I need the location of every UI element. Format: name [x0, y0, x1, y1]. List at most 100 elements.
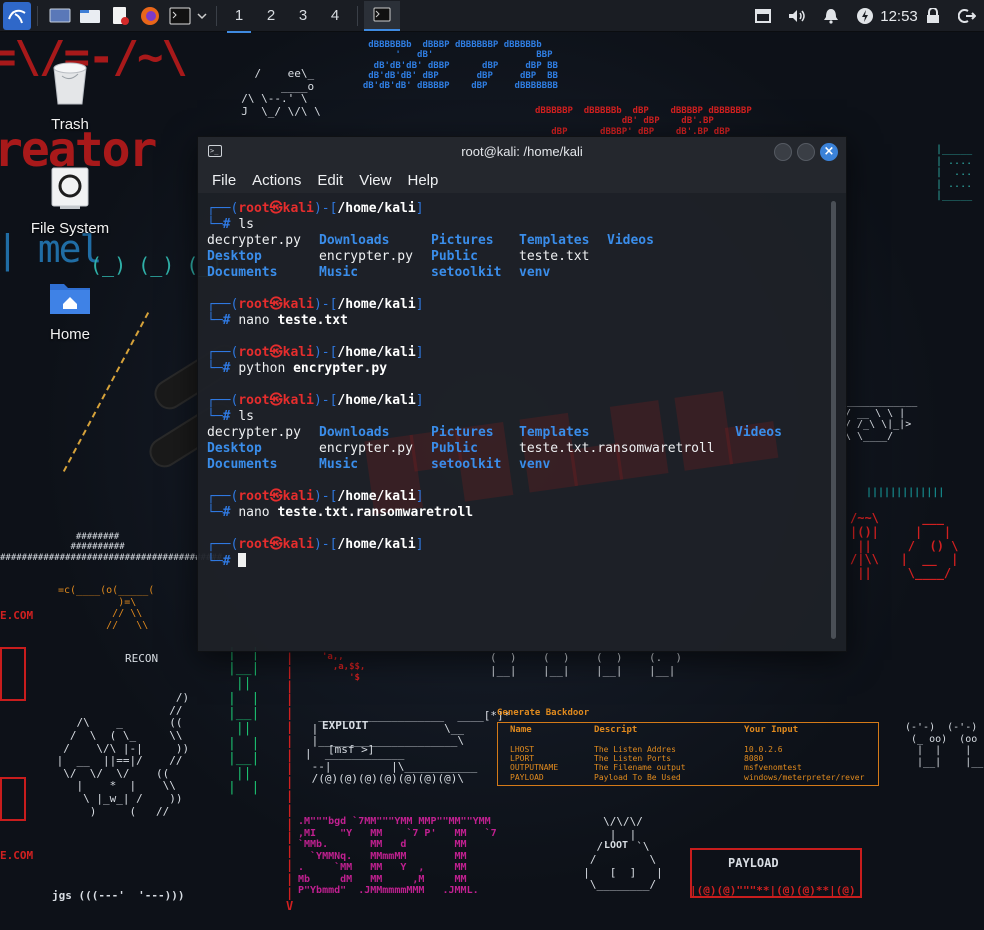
ls-file: encrypter.py	[319, 249, 413, 264]
wallpaper-ascii-hash: ######## ########## ####################…	[0, 532, 223, 563]
menu-file[interactable]: File	[204, 172, 244, 189]
prompt-frame: ┌──(	[207, 297, 239, 312]
wallpaper-text-exploit: EXPLOIT	[322, 719, 369, 732]
menu-actions[interactable]: Actions	[244, 172, 309, 189]
command-text: ls	[238, 217, 254, 232]
ls-output-row: Desktop encrypter.py Public teste.txt.ranso…	[207, 441, 846, 457]
prompt-frame: └─	[207, 409, 223, 424]
prompt-line: ┌──(root㉿kali)-[/home/kali]	[207, 393, 846, 409]
terminal-launcher-button[interactable]	[166, 4, 194, 28]
menu-help[interactable]: Help	[399, 172, 446, 189]
prompt-frame: )-[	[313, 537, 338, 552]
ls-directory: Templates	[519, 425, 590, 440]
workspace-4[interactable]: 4	[319, 4, 351, 28]
notifications-button[interactable]	[814, 4, 848, 28]
screenshot-button[interactable]	[746, 4, 780, 28]
lock-screen-button[interactable]	[916, 4, 950, 28]
desktop-icon-file-system[interactable]: File System	[20, 166, 120, 237]
window-title: root@kali: /home/kali	[461, 144, 583, 159]
command-text: nano	[238, 313, 270, 328]
ls-directory: Downloads	[319, 425, 390, 440]
desktop-icon-home[interactable]: Home	[20, 278, 120, 343]
terminal-menubar: File Actions Edit View Help	[198, 167, 846, 193]
close-icon: ×	[823, 144, 835, 159]
terminal-titlebar[interactable]: >_ root@kali: /home/kali ×	[198, 137, 846, 167]
minimize-button[interactable]	[774, 143, 792, 161]
show-desktop-button[interactable]	[46, 4, 74, 28]
volume-button[interactable]	[780, 4, 814, 28]
desktop-icon-trash[interactable]: Trash	[20, 58, 120, 133]
command-text: ls	[238, 409, 254, 424]
wallpaper-ascii-loot-bag: \/\/\/ | | /` `\ / \ | [ ] | \________/	[583, 815, 663, 892]
command-line: └─# nano teste.txt	[207, 313, 846, 329]
terminal-icon	[373, 7, 391, 21]
screenshot-icon	[755, 9, 771, 23]
backdoor-header-input: Your Input	[744, 725, 799, 735]
wallpaper-ascii-figures: ( ) ( ) ( ) (. ) |__| |__| |__| |__|	[490, 651, 683, 677]
wallpaper-ascii-recon-scope: =c(____(o(_____( )=\ // \\ // \\	[58, 585, 155, 631]
prompt-frame: └─	[207, 554, 223, 569]
terminal-scrollbar[interactable]	[831, 201, 836, 639]
firefox-button[interactable]	[136, 4, 164, 28]
backdoor-col-descript: The Listen Addres The Listen Ports The F…	[594, 745, 686, 782]
logout-button[interactable]	[950, 4, 984, 28]
terminal-output[interactable]: █▀█ █▄█ █▄ ┌──(root㉿kali)-[/home/kali] └─…	[198, 193, 846, 651]
trash-icon	[20, 58, 120, 110]
file-manager-button[interactable]	[76, 4, 104, 28]
ls-directory: Downloads	[319, 233, 390, 248]
prompt-hash: #	[222, 217, 239, 232]
taskbar-terminal-window[interactable]	[364, 0, 400, 31]
prompt-frame: ]	[415, 537, 424, 552]
prompt-frame: ┌──(	[207, 489, 239, 504]
prompt-frame: └─	[207, 505, 223, 520]
prompt-hash: #	[222, 505, 239, 520]
desktop-icon-label: Trash	[51, 116, 89, 133]
workspace-2[interactable]: 2	[255, 4, 287, 28]
ls-directory: Pictures	[431, 233, 494, 248]
workspace-3[interactable]: 3	[287, 4, 319, 28]
kali-menu-button[interactable]	[3, 1, 31, 30]
prompt-hash: #	[222, 554, 239, 569]
panel-separator	[357, 5, 358, 26]
desktop-icon	[49, 8, 71, 22]
menu-view[interactable]: View	[351, 172, 399, 189]
prompt-frame: )-[	[313, 393, 338, 408]
ls-directory: venv	[519, 457, 551, 472]
maximize-button[interactable]	[797, 143, 815, 161]
volume-icon	[789, 10, 805, 22]
logout-icon	[958, 9, 976, 23]
backdoor-col-input: 10.0.2.6 8080 msfvenomtest windows/meter…	[744, 745, 865, 782]
prompt-user: root㉿kali	[238, 393, 314, 408]
prompt-user: root㉿kali	[238, 201, 314, 216]
backdoor-header-descript: Descript	[594, 725, 638, 735]
clock[interactable]: 12:53	[880, 4, 918, 28]
workspace-1[interactable]: 1	[223, 4, 255, 33]
wallpaper-ascii-jgs: jgs (((---' '---)))	[52, 889, 185, 902]
terminal-window[interactable]: >_ root@kali: /home/kali × File Actions …	[197, 136, 847, 652]
close-button[interactable]: ×	[820, 143, 838, 161]
command-line: └─# ls	[207, 217, 846, 233]
launcher-dropdown[interactable]	[194, 4, 210, 28]
wallpaper-ascii-green-columns: | | |__| || | | |__| || | | |__| || | |	[228, 646, 260, 796]
ls-directory: Videos	[735, 425, 782, 440]
prompt-frame: ]	[415, 393, 424, 408]
prompt-frame: ┌──(	[207, 345, 239, 360]
command-line: └─# ls	[207, 409, 846, 425]
command-line: └─# python encrypter.py	[207, 361, 846, 377]
ls-directory: Documents	[207, 457, 278, 472]
ls-file: decrypter.py	[207, 233, 301, 248]
chevron-down-icon	[197, 12, 207, 19]
wallpaper-ascii-money: 'a,, ,a,$$, '$	[322, 652, 366, 683]
panel-separator	[37, 5, 38, 26]
ls-directory: Desktop	[207, 249, 262, 264]
ls-directory: setoolkit	[431, 265, 502, 280]
wallpaper-ascii-right-box: ____________ / __ \ \ | / /_\ \|_|> \ \_…	[845, 396, 918, 442]
prompt-line: ┌──(root㉿kali)-[/home/kali]	[207, 201, 846, 217]
menu-edit[interactable]: Edit	[309, 172, 351, 189]
power-manager-button[interactable]	[848, 4, 882, 28]
text-editor-icon	[113, 6, 129, 25]
text-editor-button[interactable]	[106, 4, 134, 28]
prompt-frame: ]	[415, 345, 424, 360]
terminal-icon	[169, 7, 191, 24]
